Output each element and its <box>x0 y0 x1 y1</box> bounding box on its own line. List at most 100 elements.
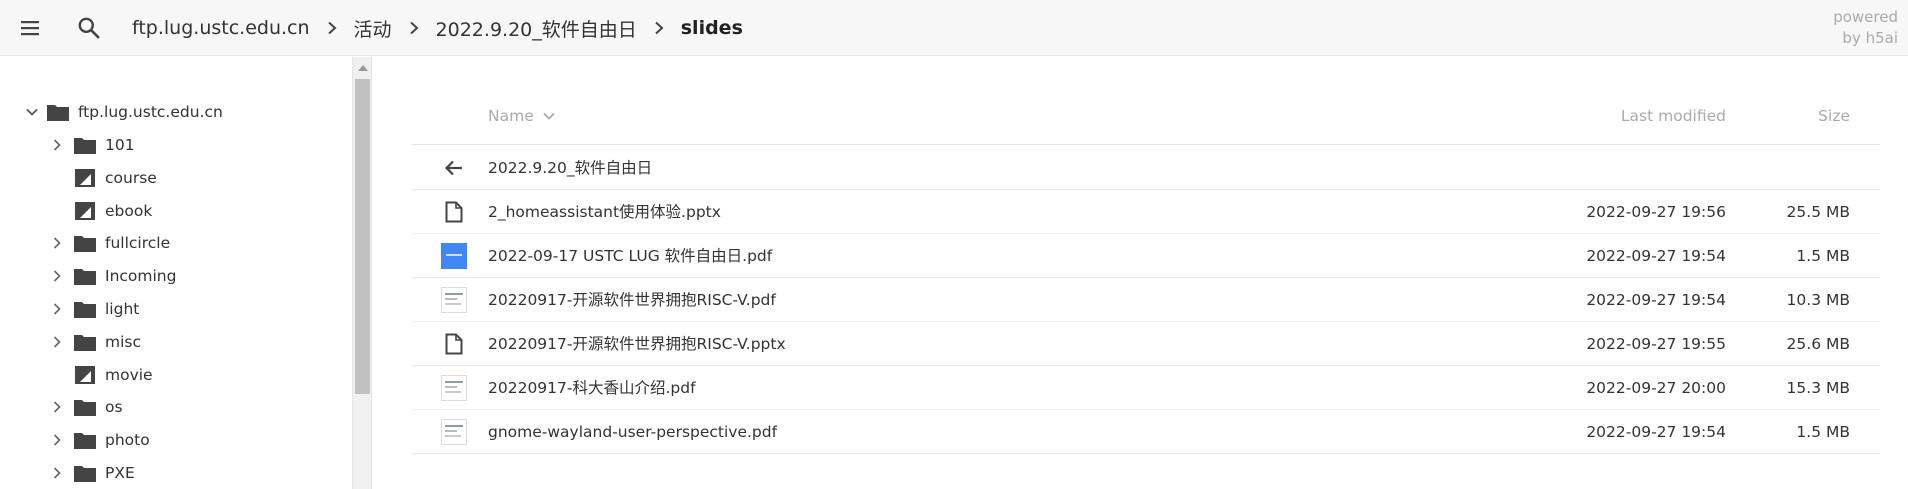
tree-item-photo[interactable]: photo <box>45 425 150 455</box>
folder-icon <box>73 130 97 160</box>
folder-icon <box>73 327 97 357</box>
folder-icon <box>73 294 97 324</box>
file-size: 25.6 MB <box>1786 335 1850 353</box>
size-column-header: Size <box>1818 107 1850 125</box>
tree-item-label: Incoming <box>105 267 177 286</box>
tree-item-light[interactable]: light <box>45 294 139 324</box>
powered-line-2: by h5ai <box>1842 29 1898 47</box>
sort-by-name[interactable]: Name <box>488 87 556 145</box>
tree-item-os[interactable]: os <box>45 392 123 422</box>
file-size: 1.5 MB <box>1796 247 1850 265</box>
tree-item-ebook[interactable]: ebook <box>45 196 152 226</box>
tree-item-root[interactable]: ftp.lug.ustc.edu.cn <box>20 97 223 127</box>
breadcrumb-item-activities[interactable]: 活动 <box>354 15 392 42</box>
tree-item-101[interactable]: 101 <box>45 130 135 160</box>
file-row[interactable]: 2_homeassistant使用体验.pptx 2022-09-27 19:56… <box>412 190 1880 234</box>
tree-item-label: light <box>105 300 140 318</box>
file-row[interactable]: gnome-wayland-user-perspective.pdf 2022-0… <box>412 410 1880 454</box>
file-name: 20220917-开源软件世界拥抱RISC-V.pdf <box>488 291 776 309</box>
file-modified: 2022-09-27 20:00 <box>1586 379 1726 397</box>
breadcrumb-item-event[interactable]: 2022.9.20_软件自由日 <box>436 15 637 42</box>
chevron-right-icon[interactable] <box>45 327 69 357</box>
name-column-header: Name <box>488 107 534 125</box>
file-row[interactable]: 2022-09-17 USTC LUG 软件自由日.pdf 2022-09-27 … <box>412 234 1880 278</box>
file-modified: 2022-09-27 19:54 <box>1586 423 1726 441</box>
chevron-right-icon[interactable] <box>45 458 69 488</box>
folder-icon <box>73 425 97 455</box>
pdf-thumbnail-icon <box>440 418 468 446</box>
file-row[interactable]: 20220917-开源软件世界拥抱RISC-V.pptx 2022-09-27 1… <box>412 322 1880 366</box>
file-name: gnome-wayland-user-perspective.pdf <box>488 423 778 441</box>
chevron-down-icon[interactable] <box>20 97 44 127</box>
tree-item-pxe[interactable]: PXE <box>45 458 135 488</box>
folder-icon <box>73 458 97 488</box>
file-modified: 2022-09-27 19:55 <box>1586 335 1726 353</box>
chevron-right-icon <box>637 0 681 56</box>
file-size: 15.3 MB <box>1786 379 1850 397</box>
file-icon <box>440 330 468 358</box>
chevron-right-icon[interactable] <box>45 228 69 258</box>
sort-chevron-down-icon <box>543 112 555 120</box>
folder-link-icon <box>73 360 97 390</box>
file-modified: 2022-09-27 19:56 <box>1586 203 1726 221</box>
tree-item-label: ebook <box>105 201 153 220</box>
sort-by-modified[interactable]: Last modified <box>1621 87 1726 145</box>
powered-by[interactable]: powered by h5ai <box>1833 7 1898 49</box>
pdf-thumbnail-icon <box>440 374 468 402</box>
file-modified: 2022-09-27 19:54 <box>1586 291 1726 309</box>
tree-item-fullcircle[interactable]: fullcircle <box>45 228 170 258</box>
file-size: 1.5 MB <box>1796 423 1850 441</box>
scroll-up-arrow-icon[interactable] <box>358 65 368 71</box>
chevron-right-icon[interactable] <box>45 392 69 422</box>
scrollbar-thumb[interactable] <box>355 79 370 394</box>
sidebar-scrollbar[interactable] <box>352 57 372 489</box>
tree-item-movie[interactable]: movie <box>45 360 153 390</box>
chevron-right-icon <box>310 0 354 56</box>
tree-item-label: movie <box>105 365 153 384</box>
tree-item-label: course <box>105 168 157 187</box>
folder-icon <box>73 261 97 291</box>
top-bar: ftp.lug.ustc.edu.cn 活动 2022.9.20_软件自由日 s… <box>0 0 1908 56</box>
tree-item-label: fullcircle <box>105 234 171 253</box>
file-list: Name Last modified Size 2022.9.20_软件自由日 … <box>372 57 1908 489</box>
tree-item-label: misc <box>105 332 142 351</box>
chevron-right-icon[interactable] <box>45 130 69 160</box>
file-modified: 2022-09-27 19:54 <box>1586 247 1726 265</box>
pdf-thumbnail-icon <box>440 286 468 314</box>
list-header: Name Last modified Size <box>412 87 1880 145</box>
breadcrumb-item-root[interactable]: ftp.lug.ustc.edu.cn <box>132 17 310 39</box>
chevron-right-icon[interactable] <box>45 261 69 291</box>
tree-item-misc[interactable]: misc <box>45 327 141 357</box>
sort-by-size[interactable]: Size <box>1818 87 1850 145</box>
file-icon <box>440 198 468 226</box>
file-row[interactable]: 20220917-科大香山介绍.pdf 2022-09-27 20:00 15.3 … <box>412 366 1880 410</box>
tree-item-label: os <box>105 398 123 417</box>
tree-item-incoming[interactable]: Incoming <box>45 261 176 291</box>
folder-link-icon <box>73 196 97 226</box>
breadcrumb: ftp.lug.ustc.edu.cn 活动 2022.9.20_软件自由日 s… <box>132 0 743 56</box>
file-name: 2_homeassistant使用体验.pptx <box>488 203 721 221</box>
parent-folder-label: 2022.9.20_软件自由日 <box>488 159 653 177</box>
chevron-right-icon[interactable] <box>45 294 69 324</box>
back-arrow-icon <box>440 154 468 182</box>
hamburger-menu-icon[interactable] <box>2 0 58 56</box>
folder-icon <box>46 97 70 127</box>
parent-folder-row[interactable]: 2022.9.20_软件自由日 <box>412 146 1880 190</box>
pdf-thumbnail-blue-icon <box>440 242 468 270</box>
tree-item-label: photo <box>105 431 150 450</box>
file-row[interactable]: 20220917-开源软件世界拥抱RISC-V.pdf 2022-09-27 19… <box>412 278 1880 322</box>
search-icon[interactable] <box>61 0 117 56</box>
folder-icon <box>73 228 97 258</box>
file-name: 20220917-科大香山介绍.pdf <box>488 379 696 397</box>
file-size: 25.5 MB <box>1786 203 1850 221</box>
tree-item-label: 101 <box>105 136 135 154</box>
tree-item-course[interactable]: course <box>45 163 157 193</box>
breadcrumb-item-current[interactable]: slides <box>681 17 743 39</box>
tree-item-label: PXE <box>105 464 135 482</box>
folder-icon <box>73 392 97 422</box>
sidebar-tree: ftp.lug.ustc.edu.cn 101 course ebook fullci… <box>0 57 352 489</box>
chevron-right-icon[interactable] <box>45 425 69 455</box>
